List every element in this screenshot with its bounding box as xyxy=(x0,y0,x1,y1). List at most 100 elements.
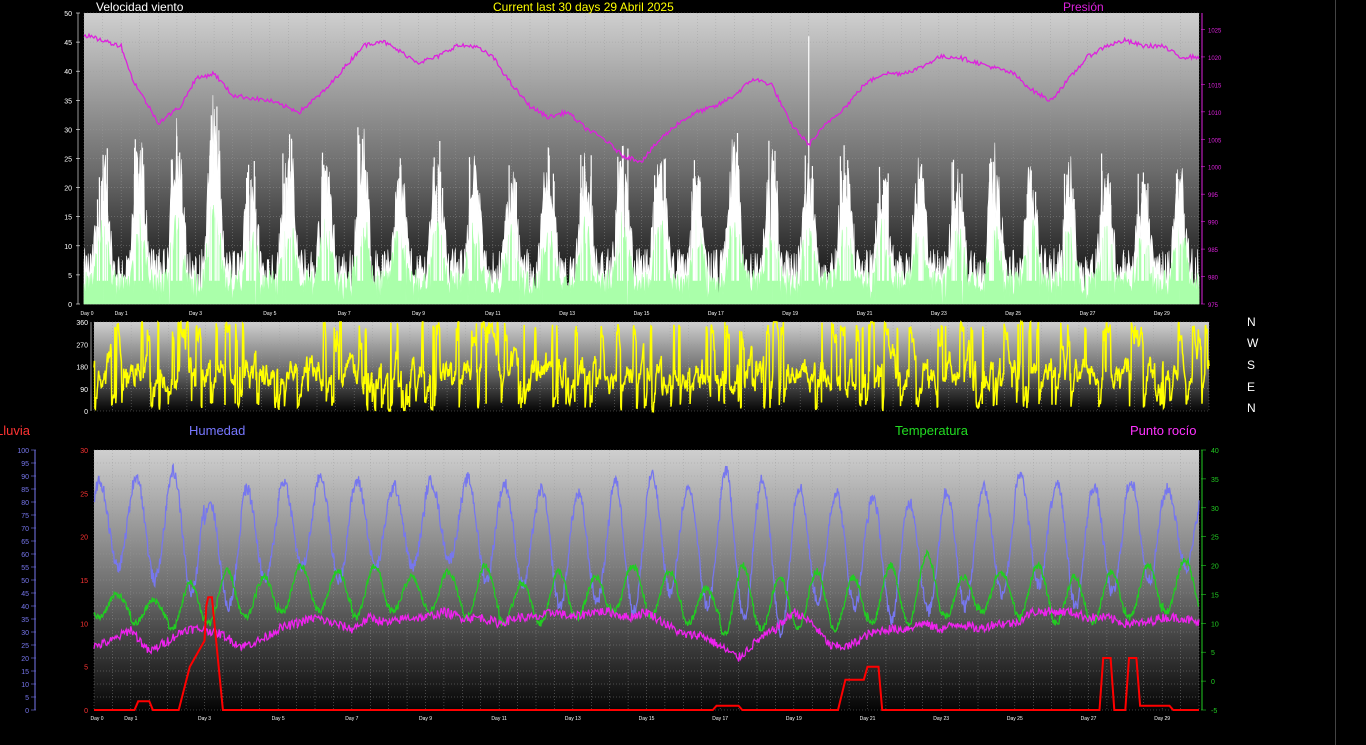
humidity-axis-tick-label: 25 xyxy=(21,643,29,650)
rain-axis-tick-label: 10 xyxy=(80,621,88,628)
rain-title: Lluvia xyxy=(0,423,30,438)
temperature-axis-tick-label: 25 xyxy=(1211,535,1219,542)
direction-axis-tick-label: 360 xyxy=(76,320,88,327)
humidity-axis-tick-label: 5 xyxy=(25,695,29,702)
humidity-x-tick-label: Day 11 xyxy=(491,716,507,722)
rain-axis-tick-label: 30 xyxy=(80,448,88,455)
humidity-x-tick-label: Day 15 xyxy=(639,716,655,722)
pressure-axis-tick-label: 1000 xyxy=(1208,166,1222,172)
humidity-axis-tick-label: 65 xyxy=(21,539,29,546)
rain-axis-tick-label: 20 xyxy=(80,535,88,542)
humidity-axis-tick-label: 35 xyxy=(21,617,29,624)
temperature-axis-tick-label: 15 xyxy=(1211,592,1219,599)
direction-axis-tick-label: 270 xyxy=(76,342,88,349)
humidity-axis-tick-label: 100 xyxy=(17,448,29,455)
compass-w: W xyxy=(1247,336,1259,350)
humidity-axis-tick-label: 45 xyxy=(21,591,29,598)
wind-x-tick-label: Day 23 xyxy=(931,311,947,317)
humidity-x-tick-label: Day 27 xyxy=(1081,716,1097,722)
wind-x-tick-label: Day 1 xyxy=(115,311,128,317)
wind-x-tick-label: Day 25 xyxy=(1005,311,1021,317)
wind-axis-tick-label: 35 xyxy=(64,98,72,105)
wind-x-tick-label: Day 5 xyxy=(263,311,276,317)
humidity-x-tick-label: Day 5 xyxy=(272,716,285,722)
wind-axis-tick-label: 15 xyxy=(64,215,72,222)
pressure-axis-tick-label: 990 xyxy=(1208,221,1219,227)
temperature-axis-tick-label: 20 xyxy=(1211,564,1219,571)
humidity-x-tick-label: Day 13 xyxy=(565,716,581,722)
temperature-axis-tick-label: 35 xyxy=(1211,477,1219,484)
humidity-axis-tick-label: 30 xyxy=(21,630,29,637)
humidity-axis-tick-label: 10 xyxy=(21,682,29,689)
humidity-x-tick-label: Day 19 xyxy=(786,716,802,722)
weather-charts: 5045403530252015105010251020101510101005… xyxy=(17,11,1222,722)
wind-x-tick-label: Day 3 xyxy=(189,311,202,317)
humidity-axis-tick-label: 60 xyxy=(21,552,29,559)
wind-x-tick-label: Day 19 xyxy=(782,311,798,317)
wind-axis-tick-label: 45 xyxy=(64,40,72,47)
temperature-axis-tick-label: 30 xyxy=(1211,506,1219,513)
wind-x-tick-label: Day 0 xyxy=(80,311,93,317)
pressure-axis-tick-label: 1025 xyxy=(1208,28,1222,34)
wind-axis-tick-label: 20 xyxy=(64,186,72,193)
humidity-x-tick-label: Day 21 xyxy=(860,716,876,722)
chart-title: Current last 30 days 29 Abril 2025 xyxy=(493,0,674,14)
wind-x-tick-label: Day 17 xyxy=(708,311,724,317)
rain-axis-tick-label: 15 xyxy=(80,578,88,585)
humidity-axis-tick-label: 50 xyxy=(21,578,29,585)
wind-x-tick-label: Day 13 xyxy=(559,311,575,317)
direction-axis-tick-label: 90 xyxy=(80,387,88,394)
pressure-title: Presión xyxy=(1063,0,1104,14)
wind-x-tick-label: Day 27 xyxy=(1080,311,1096,317)
humidity-x-tick-label: Day 7 xyxy=(345,716,358,722)
temperature-axis-tick-label: 5 xyxy=(1211,650,1215,657)
humidity-x-tick-label: Day 17 xyxy=(712,716,728,722)
rain-axis-tick-label: 25 xyxy=(80,491,88,498)
pressure-axis-tick-label: 1020 xyxy=(1208,56,1222,62)
pressure-axis-tick-label: 1015 xyxy=(1208,83,1222,89)
temperature-axis-tick-label: 0 xyxy=(1211,679,1215,686)
humidity-axis-tick-label: 85 xyxy=(21,487,29,494)
wind-axis-tick-label: 25 xyxy=(64,157,72,164)
temperature-axis-tick-label: 40 xyxy=(1211,448,1219,455)
humidity-x-tick-label: Day 0 xyxy=(90,716,103,722)
compass-n-top: N xyxy=(1247,315,1256,329)
wind-x-tick-label: Day 7 xyxy=(338,311,351,317)
humidity-axis-tick-label: 20 xyxy=(21,656,29,663)
wind-speed-title: Velocidad viento xyxy=(96,0,184,14)
humidity-axis-tick-label: 80 xyxy=(21,500,29,507)
humidity-axis-tick-label: 40 xyxy=(21,604,29,611)
pressure-axis-tick-label: 995 xyxy=(1208,193,1219,199)
temperature-axis-tick-label: -5 xyxy=(1211,708,1217,715)
wind-x-tick-label: Day 11 xyxy=(485,311,501,317)
temperature-axis-tick-label: 10 xyxy=(1211,621,1219,628)
humidity-x-tick-label: Day 29 xyxy=(1154,716,1170,722)
wind-axis-tick-label: 40 xyxy=(64,69,72,76)
wind-axis-tick-label: 50 xyxy=(64,11,72,18)
wind-axis-tick-label: 10 xyxy=(64,244,72,251)
compass-n-bottom: N xyxy=(1247,401,1256,415)
humidity-axis-tick-label: 90 xyxy=(21,474,29,481)
humidity-axis-tick-label: 95 xyxy=(21,461,29,468)
humidity-axis-tick-label: 15 xyxy=(21,669,29,676)
pressure-axis-tick-label: 985 xyxy=(1208,248,1219,254)
pressure-axis-tick-label: 1005 xyxy=(1208,138,1222,144)
wind-axis-tick-label: 5 xyxy=(68,273,72,280)
wind-axis-tick-label: 30 xyxy=(64,127,72,134)
wind-x-tick-label: Day 15 xyxy=(634,311,650,317)
humidity-x-tick-label: Day 1 xyxy=(124,716,137,722)
humidity-x-tick-label: Day 23 xyxy=(933,716,949,722)
pressure-axis-tick-label: 980 xyxy=(1208,276,1219,282)
wind-x-tick-label: Day 21 xyxy=(857,311,873,317)
humidity-axis-tick-label: 55 xyxy=(21,565,29,572)
direction-axis-tick-label: 0 xyxy=(84,409,88,416)
pressure-axis-tick-label: 975 xyxy=(1208,303,1219,309)
dewpoint-title: Punto rocío xyxy=(1130,423,1197,438)
compass-e: E xyxy=(1247,380,1256,394)
compass-s: S xyxy=(1247,358,1256,372)
humidity-axis-tick-label: 75 xyxy=(21,513,29,520)
pressure-axis-tick-label: 1010 xyxy=(1208,111,1222,117)
humidity-x-tick-label: Day 9 xyxy=(419,716,432,722)
rain-axis-tick-label: 0 xyxy=(84,708,88,715)
wind-x-tick-label: Day 29 xyxy=(1154,311,1170,317)
